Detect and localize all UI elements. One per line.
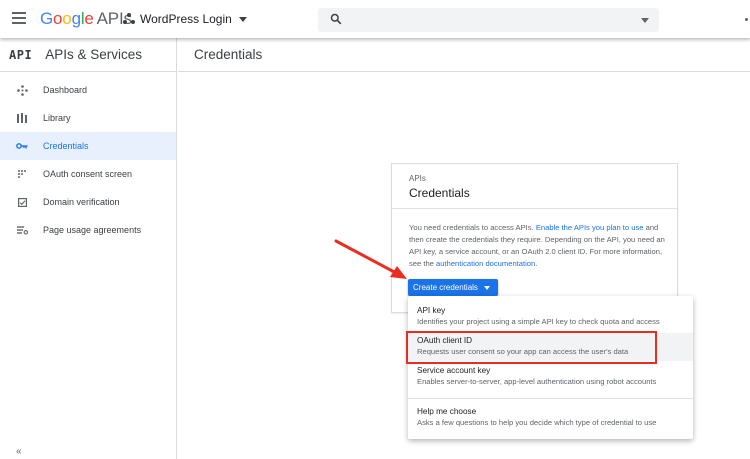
sidebar-header: API APIs & Services bbox=[0, 38, 176, 72]
logo-google: Google bbox=[40, 9, 94, 28]
collapse-sidebar-icon[interactable]: « bbox=[16, 446, 22, 457]
card-title: Credentials bbox=[409, 186, 470, 200]
sidebar-item-label: Page usage agreements bbox=[43, 225, 142, 235]
library-icon bbox=[16, 112, 28, 124]
menu-divider bbox=[408, 398, 693, 399]
top-app-bar: Google APIs WordPress Login bbox=[0, 0, 750, 38]
settings-list-icon bbox=[16, 224, 28, 236]
authentication-docs-link[interactable]: authentication documentation bbox=[436, 259, 535, 268]
sidebar-item-label: Dashboard bbox=[43, 85, 88, 95]
menu-item-api-key[interactable]: API key Identifies your project using a … bbox=[408, 306, 693, 334]
menu-icon[interactable] bbox=[12, 12, 26, 24]
more-icon[interactable] bbox=[745, 18, 748, 21]
page-title: Credentials bbox=[178, 38, 750, 72]
card-text: You need credentials to access APIs. bbox=[409, 223, 534, 232]
menu-item-service-account-key[interactable]: Service account key Enables server-to-se… bbox=[408, 366, 693, 394]
sidebar-item-oauth-consent[interactable]: OAuth consent screen bbox=[0, 160, 176, 188]
menu-item-description: Enables server-to-server, app-level auth… bbox=[417, 377, 657, 386]
sidebar-item-label: OAuth consent screen bbox=[43, 169, 133, 179]
card-header: APIs Credentials bbox=[392, 164, 677, 209]
consent-icon bbox=[16, 168, 28, 180]
search-dropdown-icon[interactable] bbox=[641, 18, 649, 23]
menu-item-title: Service account key bbox=[417, 366, 491, 375]
menu-item-description: Asks a few questions to help you decide … bbox=[417, 418, 657, 427]
chevron-down-icon bbox=[483, 285, 490, 290]
key-icon bbox=[16, 140, 28, 152]
sidebar-item-label: Credentials bbox=[43, 141, 89, 151]
sidebar-title: APIs & Services bbox=[45, 47, 142, 62]
sidebar: API APIs & Services Dashboard Library Cr… bbox=[0, 38, 177, 459]
sidebar-nav: Dashboard Library Credentials OAuth cons… bbox=[0, 72, 176, 244]
sidebar-item-dashboard[interactable]: Dashboard bbox=[0, 76, 176, 104]
enable-apis-link[interactable]: Enable the APIs you plan to use bbox=[536, 223, 644, 232]
search-icon bbox=[330, 13, 342, 25]
google-apis-logo[interactable]: Google APIs bbox=[40, 9, 132, 29]
sidebar-item-credentials[interactable]: Credentials bbox=[0, 132, 176, 160]
chevron-down-icon bbox=[238, 16, 247, 22]
project-selector[interactable]: WordPress Login bbox=[123, 12, 247, 26]
card-text: . bbox=[535, 259, 538, 268]
project-icon bbox=[123, 13, 135, 25]
menu-item-description: Identifies your project using a simple A… bbox=[417, 317, 660, 326]
search-input[interactable] bbox=[318, 8, 659, 32]
highlight-box bbox=[406, 331, 657, 364]
menu-item-title: API key bbox=[417, 306, 446, 315]
create-credentials-button[interactable]: Create credentials bbox=[408, 279, 498, 296]
checkbox-icon bbox=[16, 196, 28, 208]
card-kicker: APIs bbox=[409, 174, 426, 183]
project-name: WordPress Login bbox=[140, 12, 232, 26]
sidebar-item-page-usage[interactable]: Page usage agreements bbox=[0, 216, 176, 244]
sidebar-item-domain-verification[interactable]: Domain verification bbox=[0, 188, 176, 216]
sidebar-item-label: Library bbox=[43, 113, 71, 123]
create-credentials-label: Create credentials bbox=[413, 283, 478, 292]
menu-item-help-me-choose[interactable]: Help me choose Asks a few questions to h… bbox=[408, 407, 693, 435]
menu-item-title: Help me choose bbox=[417, 407, 477, 416]
api-icon: API bbox=[9, 47, 33, 62]
dashboard-icon bbox=[16, 84, 28, 96]
sidebar-item-label: Domain verification bbox=[43, 197, 120, 207]
sidebar-item-library[interactable]: Library bbox=[0, 104, 176, 132]
create-credentials-menu: API key Identifies your project using a … bbox=[408, 296, 693, 439]
card-description: You need credentials to access APIs. Ena… bbox=[392, 209, 677, 270]
annotation-arrow-icon bbox=[334, 239, 407, 279]
